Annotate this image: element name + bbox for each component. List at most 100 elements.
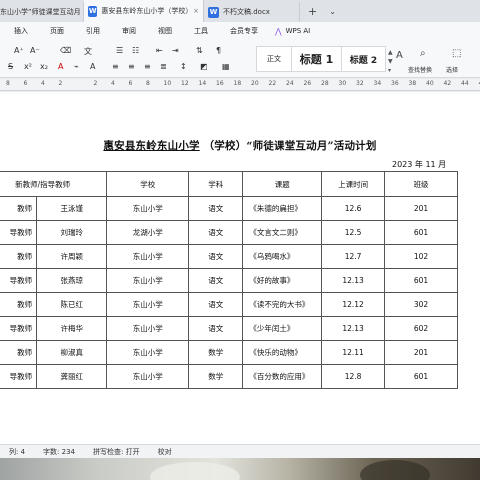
shading-icon[interactable]: ◩ <box>200 62 208 71</box>
cell-time[interactable]: 12.13 <box>321 316 386 341</box>
indent-decrease-icon[interactable]: ⇤ <box>156 46 163 55</box>
menu-member[interactable]: 会员专享 <box>219 26 269 36</box>
align-center-icon[interactable]: ≡ <box>128 62 135 71</box>
document-page[interactable]: 惠安县东岭东山小学 （学校）“师徒课堂互动月”活动计划 2023 年 11 月 … <box>0 92 480 444</box>
cell-school[interactable]: 东山小学 <box>106 316 190 341</box>
cell-subject[interactable]: 语文 <box>188 292 244 317</box>
cell-name[interactable]: 张燕琼 <box>36 268 108 293</box>
cell-time[interactable]: 12.5 <box>321 220 386 245</box>
borders-icon[interactable]: ▦ <box>222 62 230 71</box>
style-normal[interactable]: 正文 <box>256 46 292 72</box>
cell-role[interactable]: 教师 <box>0 292 38 317</box>
highlight-icon[interactable]: ⌁ <box>74 62 79 71</box>
cell-name[interactable]: 许周颖 <box>36 244 108 269</box>
horizontal-ruler[interactable]: 8 6 4 2 2 4 6 8 10 12 14 16 18 20 22 24 26 28 30 32 34 36 38 40… <box>0 79 480 91</box>
cell-role[interactable]: 导教师 <box>0 316 38 341</box>
status-word-count[interactable]: 字数: 234 <box>34 447 84 457</box>
font-color-icon[interactable]: A <box>58 62 63 71</box>
tab-list-button[interactable]: ⌄ <box>325 2 340 22</box>
title-rest[interactable]: （学校）“师徒课堂互动月”活动计划 <box>204 140 377 152</box>
header-teacher[interactable]: 新教师/指导教师 <box>0 171 108 197</box>
cell-class[interactable]: 601 <box>384 268 458 293</box>
strikethrough-icon[interactable]: S <box>8 62 13 71</box>
clear-format-icon[interactable]: ⌫ <box>60 46 71 55</box>
cell-name[interactable]: 王泳馑 <box>36 196 108 221</box>
document-tab-active[interactable]: W 惠安县东岭东山小学（学校）“师 × <box>84 0 204 22</box>
document-date[interactable]: 2023 年 11 月 <box>392 159 446 170</box>
select-icon[interactable]: ⬚ <box>452 48 461 59</box>
line-spacing-icon[interactable]: ↕ <box>180 62 187 71</box>
subscript-icon[interactable]: x₂ <box>40 62 48 71</box>
cell-school[interactable]: 东山小学 <box>106 340 190 365</box>
cell-time[interactable]: 12.11 <box>321 340 386 365</box>
find-replace-label[interactable]: 查找替换 <box>408 65 432 74</box>
cell-role[interactable]: 教师 <box>0 340 38 365</box>
cell-time[interactable]: 12.8 <box>321 364 386 389</box>
font-size-increase-icon[interactable]: A⁺ <box>14 46 24 55</box>
cell-class[interactable]: 201 <box>384 196 458 221</box>
cell-school[interactable]: 龙湖小学 <box>106 220 190 245</box>
style-heading-2[interactable]: 标题 2 <box>342 46 386 72</box>
cell-name[interactable]: 陈已红 <box>36 292 108 317</box>
sort-icon[interactable]: ⇅ <box>196 46 203 55</box>
cell-time[interactable]: 12.12 <box>321 292 386 317</box>
cell-subject[interactable]: 语文 <box>188 220 244 245</box>
cell-time[interactable]: 12.13 <box>321 268 386 293</box>
close-tab-icon[interactable]: × <box>193 7 199 15</box>
cell-school[interactable]: 东山小学 <box>106 364 190 389</box>
header-topic[interactable]: 课题 <box>242 171 323 197</box>
cell-school[interactable]: 东山小学 <box>106 244 190 269</box>
header-school[interactable]: 学校 <box>106 171 190 197</box>
bullet-list-icon[interactable]: ☰ <box>116 46 123 55</box>
menu-references[interactable]: 引用 <box>75 26 111 36</box>
cell-role[interactable]: 教师 <box>0 244 38 269</box>
styles-panel-icon[interactable]: A <box>396 50 403 61</box>
show-marks-icon[interactable]: ¶ <box>216 46 221 55</box>
cell-topic[interactable]: 《朱德的扁担》 <box>242 196 323 221</box>
header-subject[interactable]: 学科 <box>188 171 244 197</box>
cell-topic[interactable]: 《读不完的大书》 <box>242 292 323 317</box>
cell-subject[interactable]: 语文 <box>188 244 244 269</box>
style-gallery-scroll[interactable]: ▲ ▼ ▾ <box>388 48 393 75</box>
menu-insert[interactable]: 插入 <box>0 26 39 36</box>
cell-role[interactable]: 教师 <box>0 196 38 221</box>
schedule-table[interactable]: 新教师/指导教师 学校 学科 课题 上课时间 班级 教师 王泳馑 东山小学 语文 《朱德… <box>0 171 458 389</box>
char-border-icon[interactable]: A <box>90 62 95 71</box>
indent-increase-icon[interactable]: ⇥ <box>172 46 179 55</box>
menu-review[interactable]: 审阅 <box>111 26 147 36</box>
cell-name[interactable]: 刘瑞玲 <box>36 220 108 245</box>
document-tab[interactable]: 东山小学”师徒课堂互动月 <box>0 2 84 22</box>
cell-subject[interactable]: 数学 <box>188 364 244 389</box>
cell-topic[interactable]: 《快乐的动物》 <box>242 340 323 365</box>
justify-icon[interactable]: ≣ <box>160 62 167 71</box>
cell-topic[interactable]: 《百分数的应用》 <box>242 364 323 389</box>
cell-subject[interactable]: 语文 <box>188 196 244 221</box>
cell-topic[interactable]: 《文言文二则》 <box>242 220 323 245</box>
cell-name[interactable]: 柳淑真 <box>36 340 108 365</box>
cell-name[interactable]: 许梅华 <box>36 316 108 341</box>
cell-class[interactable]: 601 <box>384 220 458 245</box>
menu-page[interactable]: 页面 <box>39 26 75 36</box>
cell-name[interactable]: 龚丽红 <box>36 364 108 389</box>
cell-time[interactable]: 12.7 <box>321 244 386 269</box>
cell-class[interactable]: 302 <box>384 292 458 317</box>
find-replace-icon[interactable]: ⌕ <box>420 48 426 59</box>
cell-topic[interactable]: 《乌鸦喝水》 <box>242 244 323 269</box>
cell-class[interactable]: 102 <box>384 244 458 269</box>
menu-tools[interactable]: 工具 <box>183 26 219 36</box>
cell-role[interactable]: 导教师 <box>0 268 38 293</box>
style-heading-1[interactable]: 标题 1 <box>292 46 342 72</box>
superscript-icon[interactable]: x² <box>24 62 32 71</box>
cell-topic[interactable]: 《少年闰土》 <box>242 316 323 341</box>
select-label[interactable]: 选择 <box>446 65 458 74</box>
font-size-decrease-icon[interactable]: A⁻ <box>30 46 40 55</box>
document-title[interactable]: 惠安县东岭东山小学 （学校）“师徒课堂互动月”活动计划 <box>0 138 480 153</box>
status-spell-check[interactable]: 拼写检查: 打开 <box>84 447 149 457</box>
cell-class[interactable]: 601 <box>384 364 458 389</box>
cell-class[interactable]: 602 <box>384 316 458 341</box>
document-tab[interactable]: W 不朽文稿.docx <box>204 2 300 22</box>
cell-subject[interactable]: 语文 <box>188 268 244 293</box>
numbered-list-icon[interactable]: ☷ <box>132 46 139 55</box>
align-left-icon[interactable]: ≡ <box>112 62 119 71</box>
title-school-name[interactable]: 惠安县东岭东山小学 <box>103 140 199 152</box>
